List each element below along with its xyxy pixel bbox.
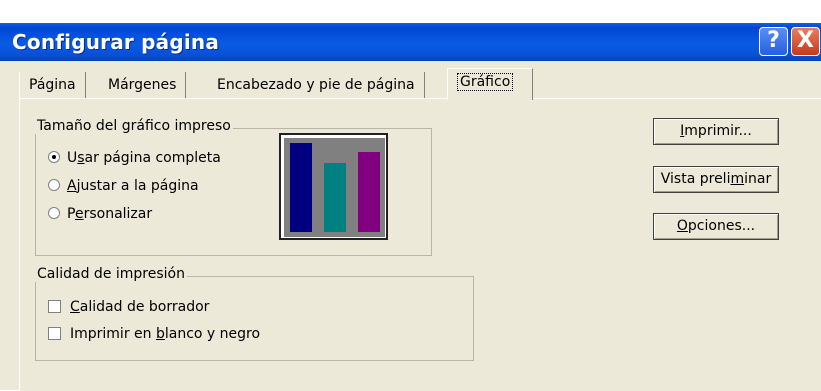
radio-custom[interactable]: Personalizar [48,206,152,222]
checkbox-icon[interactable] [48,327,61,340]
group-legend: Tamaño del gráfico impreso [35,118,233,134]
checkbox-icon[interactable] [48,300,61,313]
window-title: Configurar página [12,30,220,54]
tab-label: Márgenes [108,77,177,93]
radio-fit-page[interactable]: Ajustar a la página [48,178,199,194]
option-text: ar página completa [84,150,221,166]
button-text: mprimir... [684,123,752,139]
accelerator-key: m [730,171,745,187]
tab-label: Encabezado y pie de página [217,77,415,93]
radio-icon[interactable] [48,179,60,191]
accelerator-key: s [77,150,85,166]
accelerator-key: e [74,206,84,222]
option-text: U [67,150,78,166]
accelerator-key: O [676,218,688,234]
button-text: inar [744,171,772,187]
option-text: Imprimir en [70,326,156,342]
tab-grafico[interactable]: Gráfico [447,68,533,100]
accelerator-key: A [67,178,77,194]
title-bar[interactable]: Configurar página ? X [0,23,821,61]
radio-icon[interactable] [48,207,60,219]
checkbox-black-white[interactable]: Imprimir en blanco y negro [48,326,260,342]
tab-label: Gráfico [457,73,514,91]
help-icon: ? [767,28,780,53]
group-legend: Calidad de impresión [35,266,187,282]
print-preview-button[interactable]: Vista preliminar [653,166,779,193]
button-text: Vista preli [660,171,731,187]
page-setup-dialog: Configurar página ? X Página Márgenes En… [0,0,821,391]
tab-pagina[interactable]: Página [19,72,86,99]
top-margin [0,0,821,23]
print-button[interactable]: Imprimir... [653,118,779,145]
options-button[interactable]: Opciones... [653,213,779,240]
checkbox-draft-quality[interactable]: Calidad de borrador [48,299,209,315]
help-button[interactable]: ? [759,27,788,56]
radio-full-page[interactable]: Usar página completa [48,150,221,166]
button-text: pciones... [687,218,756,234]
tab-encabezado[interactable]: Encabezado y pie de página [208,72,425,99]
radio-selected-icon[interactable] [48,151,60,163]
preview-bar [358,152,380,232]
option-text: rsonalizar [83,206,153,222]
tab-label: Página [29,77,76,93]
print-quality-group: Calidad de impresión [35,266,474,361]
close-button[interactable]: X [791,27,820,56]
tab-margenes[interactable]: Márgenes [99,72,187,99]
option-text: justar a la página [76,178,199,194]
option-text: alidad de borrador [79,299,210,315]
option-text: P [67,206,75,222]
option-text: lanco y negro [164,326,261,342]
bar-chart-preview-icon [284,138,385,237]
close-icon: X [797,28,814,53]
chart-preview [279,133,388,240]
accelerator-key: b [155,326,165,342]
accelerator-key: C [70,299,80,315]
preview-bar [324,163,346,232]
preview-bar [290,143,312,232]
